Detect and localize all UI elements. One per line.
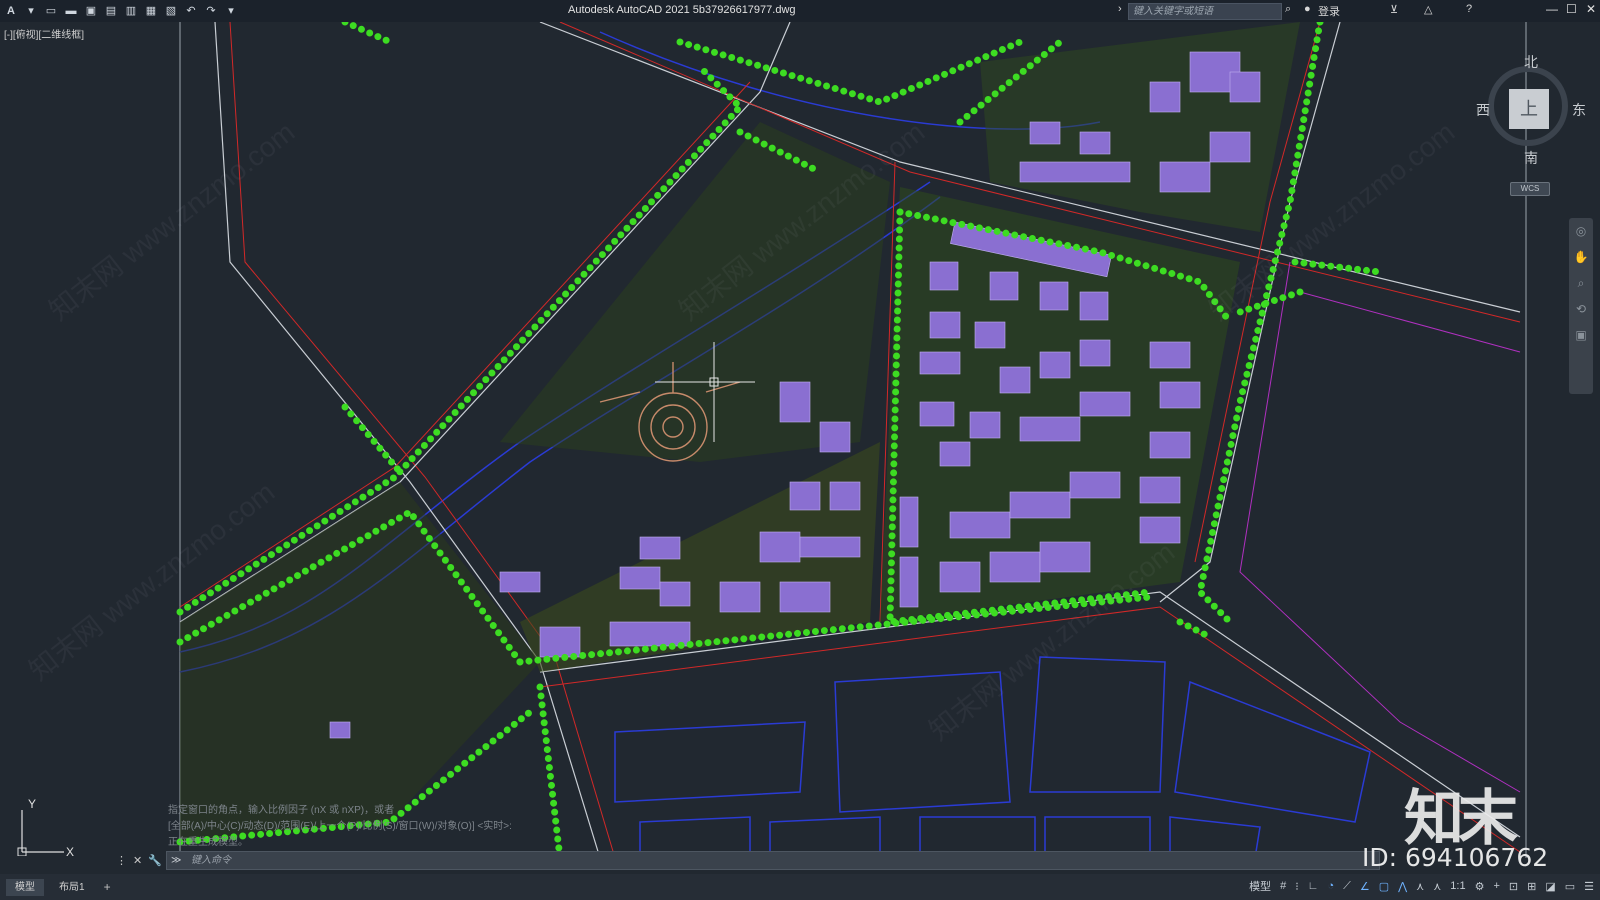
- status-bar: 模型 布局1 + 模型 # ⁝ ∟ ◔ ⟋ ∠ ▢ ⋀ ⋏ ⋏ 1:1 ⚙ + …: [0, 874, 1600, 900]
- snap-icon[interactable]: ⁝: [1295, 880, 1299, 893]
- add-layout-button[interactable]: +: [104, 880, 111, 894]
- command-tools: ⋮ ✕ 🔧: [116, 854, 166, 867]
- model-space-button[interactable]: 模型: [1249, 878, 1271, 894]
- grip-icon[interactable]: ⋮: [116, 854, 127, 867]
- user-icon[interactable]: ●: [1304, 3, 1311, 15]
- history-line: 指定窗口的角点，输入比例因子 (nX 或 nXP)，或者: [168, 805, 395, 816]
- navigation-bar: ◎ ✋ ⌕ ⟲ ▣: [1569, 218, 1593, 394]
- customize-command-icon[interactable]: 🔧: [148, 854, 162, 867]
- grid-icon[interactable]: #: [1280, 880, 1286, 892]
- close-command-icon[interactable]: ✕: [133, 854, 142, 867]
- plot-preview-icon[interactable]: ▦: [144, 4, 158, 18]
- command-prompt-icon: ≫: [171, 855, 182, 866]
- redo-icon[interactable]: ↷: [204, 4, 218, 18]
- open-icon[interactable]: ▬: [64, 4, 78, 18]
- window-title: Autodesk AutoCAD 2021 5b37926617977.dwg: [568, 4, 796, 16]
- auto-scale-icon[interactable]: ⋏: [1416, 880, 1424, 893]
- add-icon[interactable]: +: [1493, 880, 1499, 892]
- minimize-icon[interactable]: —: [1546, 2, 1558, 16]
- viewport-controls[interactable]: [-][俯视][二维线框]: [4, 26, 84, 41]
- quick-access-toolbar: A ▾ ▭ ▬ ▣ ▤ ▥ ▦ ▧ ↶ ↷ ▾: [0, 0, 238, 22]
- cart-icon[interactable]: ⊻: [1390, 3, 1398, 16]
- pan-icon[interactable]: ✋: [1569, 250, 1593, 270]
- new-icon[interactable]: ▭: [44, 4, 58, 18]
- compass-west[interactable]: 西: [1476, 100, 1490, 120]
- annotation-scale-icon[interactable]: ⋏: [1433, 880, 1441, 893]
- command-placeholder: 键入命令: [191, 855, 231, 866]
- save-icon[interactable]: ▣: [84, 4, 98, 18]
- orbit-icon[interactable]: ⟲: [1569, 302, 1593, 322]
- annotation-visibility-icon[interactable]: ⋀: [1398, 880, 1407, 893]
- polar-icon[interactable]: ◔: [1327, 880, 1334, 892]
- ortho-icon[interactable]: ∟: [1308, 880, 1319, 892]
- history-line: [全部(A)/中心(C)/动态(D)/范围(E)/上一个(P)/比例(S)/窗口…: [168, 821, 512, 832]
- ucs-x-label: X: [66, 845, 74, 856]
- osnap-tracking-icon[interactable]: ∠: [1360, 880, 1370, 893]
- history-line: 正在重生成模型。: [168, 837, 248, 848]
- wcs-menu[interactable]: WCS: [1510, 182, 1550, 196]
- compass-east[interactable]: 东: [1572, 100, 1586, 120]
- watermark-id: ID: 694106762: [1362, 843, 1549, 872]
- landscape-areas: [180, 22, 1300, 842]
- expand-arrow-icon[interactable]: ›: [1118, 3, 1122, 15]
- search-icon[interactable]: ⌕: [1285, 3, 1291, 16]
- undo-icon[interactable]: ↶: [184, 4, 198, 18]
- showmotion-icon[interactable]: ▣: [1569, 328, 1593, 348]
- autocad-logo-icon[interactable]: A: [4, 4, 18, 18]
- steering-wheel-icon[interactable]: ◎: [1569, 224, 1593, 244]
- zoom-icon[interactable]: ⌕: [1569, 276, 1593, 296]
- print-icon[interactable]: ▧: [164, 4, 178, 18]
- isodraft-icon[interactable]: ⟋: [1343, 880, 1351, 893]
- viewcube-top-face[interactable]: 上: [1509, 89, 1549, 129]
- dropdown-icon[interactable]: ▾: [24, 4, 38, 18]
- tab-model[interactable]: 模型: [6, 878, 44, 896]
- customization-menu-icon[interactable]: ☰: [1584, 880, 1594, 893]
- clean-screen-icon[interactable]: ▭: [1565, 880, 1575, 893]
- ucs-y-label: Y: [28, 797, 36, 811]
- viewcube[interactable]: 上 北 南 西 东: [1476, 54, 1586, 166]
- compass-north[interactable]: 北: [1524, 52, 1538, 72]
- quick-properties-icon[interactable]: ⊞: [1527, 880, 1536, 893]
- customize-icon[interactable]: ▾: [224, 4, 238, 18]
- ucs-icon: Y X: [17, 797, 74, 856]
- login-link[interactable]: 登录: [1318, 3, 1340, 19]
- title-bar: A ▾ ▭ ▬ ▣ ▤ ▥ ▦ ▧ ↶ ↷ ▾ Autodesk AutoCAD…: [0, 0, 1600, 22]
- workspace-gear-icon[interactable]: ⚙: [1475, 880, 1485, 893]
- publish-icon[interactable]: ▥: [124, 4, 138, 18]
- a360-icon[interactable]: △: [1424, 3, 1432, 16]
- osnap-icon[interactable]: ▢: [1379, 880, 1389, 893]
- scale-dropdown[interactable]: 1:1: [1450, 880, 1465, 892]
- help-icon[interactable]: ?: [1466, 3, 1472, 15]
- close-icon[interactable]: ✕: [1586, 2, 1596, 16]
- command-history: 指定窗口的角点，输入比例因子 (nX 或 nXP)，或者 [全部(A)/中心(C…: [168, 803, 512, 851]
- search-input[interactable]: 键入关键字或短语: [1128, 3, 1282, 20]
- status-tools: 模型 # ⁝ ∟ ◔ ⟋ ∠ ▢ ⋀ ⋏ ⋏ 1:1 ⚙ + ⊡ ⊞ ◪ ▭ ☰: [1249, 878, 1594, 894]
- saveas-icon[interactable]: ▤: [104, 4, 118, 18]
- maximize-icon[interactable]: ☐: [1566, 2, 1577, 16]
- isolate-icon[interactable]: ◪: [1545, 880, 1555, 893]
- command-input[interactable]: ≫ 键入命令: [166, 851, 1380, 870]
- compass-south[interactable]: 南: [1524, 148, 1538, 168]
- tab-layout1[interactable]: 布局1: [50, 879, 94, 896]
- units-icon[interactable]: ⊡: [1509, 880, 1518, 893]
